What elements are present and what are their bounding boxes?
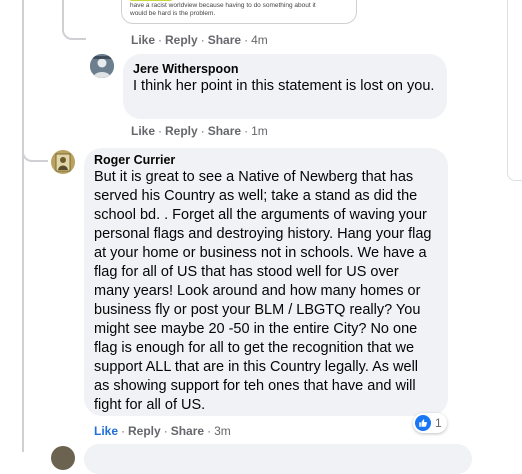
avatar-photo-icon	[90, 54, 114, 78]
like-button[interactable]: Like	[131, 124, 155, 138]
embed-highlight-bar	[130, 0, 172, 1]
comment-bubble-next	[84, 444, 472, 474]
comment-text: But it is great to see a Native of Newbe…	[94, 169, 432, 413]
comment-actions-1: Like · Reply · Share · 4m	[131, 33, 268, 47]
like-button[interactable]: Like	[94, 424, 118, 438]
thread-elbow-reply	[62, 22, 86, 40]
share-button[interactable]: Share	[208, 124, 241, 138]
comment-actions-3: Like · Reply · Share · 3m	[94, 424, 231, 438]
share-button[interactable]: Share	[171, 424, 204, 438]
timestamp[interactable]: 4m	[251, 33, 268, 47]
reply-button[interactable]: Reply	[165, 124, 198, 138]
timestamp[interactable]: 1m	[251, 124, 268, 138]
comment-text: I think her point in this statement is l…	[133, 78, 435, 94]
thread-line-main	[22, 0, 24, 452]
timestamp[interactable]: 3m	[214, 424, 231, 438]
reaction-count: 1	[435, 416, 442, 430]
share-button[interactable]: Share	[208, 33, 241, 47]
thread-elbow-roger	[22, 140, 48, 162]
thread-line-nested	[62, 0, 64, 24]
thumbs-up-icon	[415, 415, 431, 431]
avatar[interactable]	[90, 54, 114, 78]
avatar[interactable]	[51, 150, 75, 174]
avatar-photo-icon	[51, 150, 75, 174]
reply-button[interactable]: Reply	[165, 33, 198, 47]
avatar[interactable]	[51, 446, 75, 470]
like-button[interactable]: Like	[131, 33, 155, 47]
reaction-summary[interactable]: 1	[413, 413, 447, 433]
embedded-comment-card[interactable]: have a racist worldview because having t…	[121, 0, 357, 24]
comment-author[interactable]: Jere Witherspoon	[133, 62, 435, 76]
comment-author[interactable]: Roger Currier	[94, 153, 436, 167]
comment-bubble: Roger Currier But it is great to see a N…	[84, 148, 448, 416]
panel-edge	[507, 0, 522, 181]
reply-button[interactable]: Reply	[128, 424, 161, 438]
comment-bubble: Jere Witherspoon I think her point in th…	[123, 54, 447, 119]
embed-text-line1: have a racist worldview because having t…	[130, 2, 316, 9]
embed-text-line2: would be hard is the problem.	[130, 10, 216, 17]
comment-actions-2: Like · Reply · Share · 1m	[131, 124, 268, 138]
